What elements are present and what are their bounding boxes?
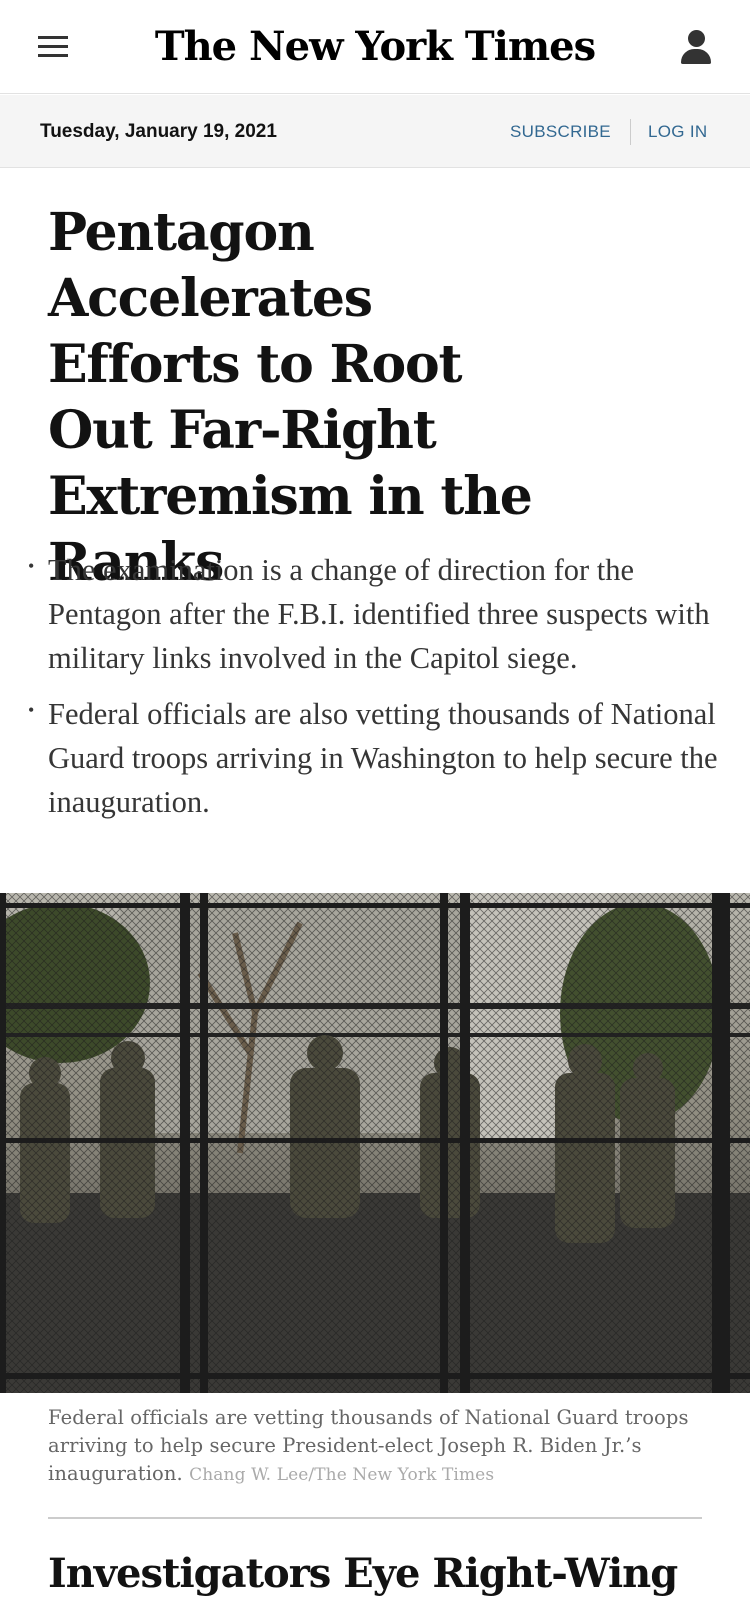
login-link[interactable]: LOG IN <box>648 122 707 142</box>
photo-caption: Federal officials are vetting thousands … <box>48 1404 708 1489</box>
photo-credit: Chang W. Lee/The New York Times <box>189 1465 495 1485</box>
hamburger-menu-icon[interactable] <box>38 36 68 58</box>
menu-bar <box>38 36 68 39</box>
menu-bar <box>38 45 68 48</box>
user-icon-head <box>688 30 705 47</box>
section-divider <box>48 1517 702 1519</box>
summary-item: Federal officials are also vetting thous… <box>28 688 718 824</box>
menu-bar <box>38 54 68 57</box>
subscribe-link[interactable]: SUBSCRIBE <box>510 122 611 142</box>
link-divider <box>630 119 631 145</box>
article-headline[interactable]: Pentagon Accelerates Efforts to Root Out… <box>48 200 568 596</box>
nyt-logo[interactable]: The New York Times <box>150 20 600 74</box>
article-photo[interactable] <box>0 893 750 1393</box>
photo-illustration <box>0 893 750 1393</box>
user-account-icon[interactable] <box>680 30 712 66</box>
current-date: Tuesday, January 19, 2021 <box>40 121 277 142</box>
article-summary-list: The examination is a change of direction… <box>28 544 718 836</box>
user-icon-body <box>681 49 711 64</box>
summary-item: The examination is a change of direction… <box>28 544 718 680</box>
next-article-headline[interactable]: Investigators Eye Right-Wing <box>48 1548 728 1600</box>
date-bar: Tuesday, January 19, 2021 SUBSCRIBE LOG … <box>0 95 750 168</box>
masthead: The New York Times <box>0 0 750 94</box>
